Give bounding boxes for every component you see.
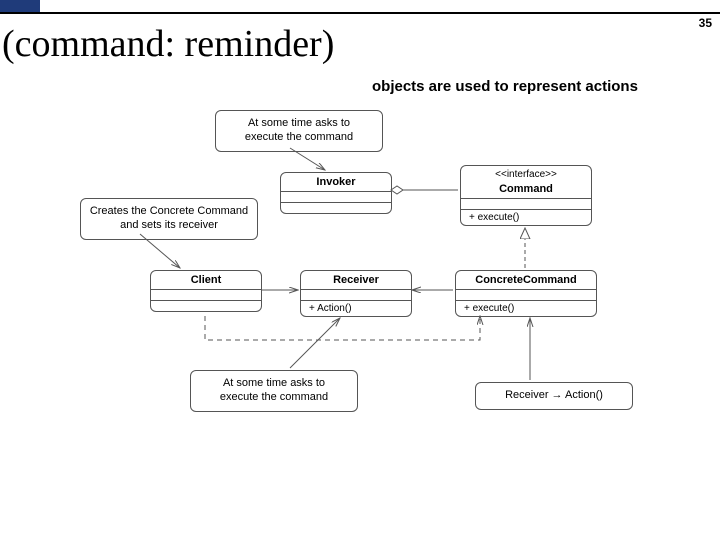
class-attrs — [456, 290, 596, 301]
class-name: Receiver — [301, 271, 411, 290]
class-name: Invoker — [281, 173, 391, 192]
class-ops: + Action() — [301, 301, 411, 316]
class-command: <<interface>> Command + execute() — [460, 165, 592, 226]
class-attrs — [461, 199, 591, 210]
page-number: 35 — [699, 16, 712, 30]
slide: 35 (command: reminder) objects are used … — [0, 0, 720, 540]
class-name: Command — [461, 180, 591, 199]
stereotype: <<interface>> — [461, 166, 591, 180]
uml-diagram: At some time asks toexecute the command … — [80, 110, 640, 460]
class-attrs — [301, 290, 411, 301]
class-ops — [151, 301, 261, 311]
top-rule — [0, 12, 720, 14]
slide-subtitle: objects are used to represent actions — [372, 78, 638, 95]
class-ops: + execute() — [461, 210, 591, 225]
class-concrete-command: ConcreteCommand + execute() — [455, 270, 597, 317]
class-name: Client — [151, 271, 261, 290]
class-client: Client — [150, 270, 262, 312]
class-ops — [281, 203, 391, 213]
note-bottom: At some time asks toexecute the command — [190, 370, 358, 412]
slide-title: (command: reminder) — [2, 22, 334, 66]
note-right: Receiver → Action() — [475, 382, 633, 410]
class-ops: + execute() — [456, 301, 596, 316]
class-attrs — [281, 192, 391, 203]
note-left: Creates the Concrete Commandand sets its… — [80, 198, 258, 240]
note-top: At some time asks toexecute the command — [215, 110, 383, 152]
class-attrs — [151, 290, 261, 301]
class-receiver: Receiver + Action() — [300, 270, 412, 317]
class-name: ConcreteCommand — [456, 271, 596, 290]
class-invoker: Invoker — [280, 172, 392, 214]
accent-bar — [0, 0, 40, 12]
